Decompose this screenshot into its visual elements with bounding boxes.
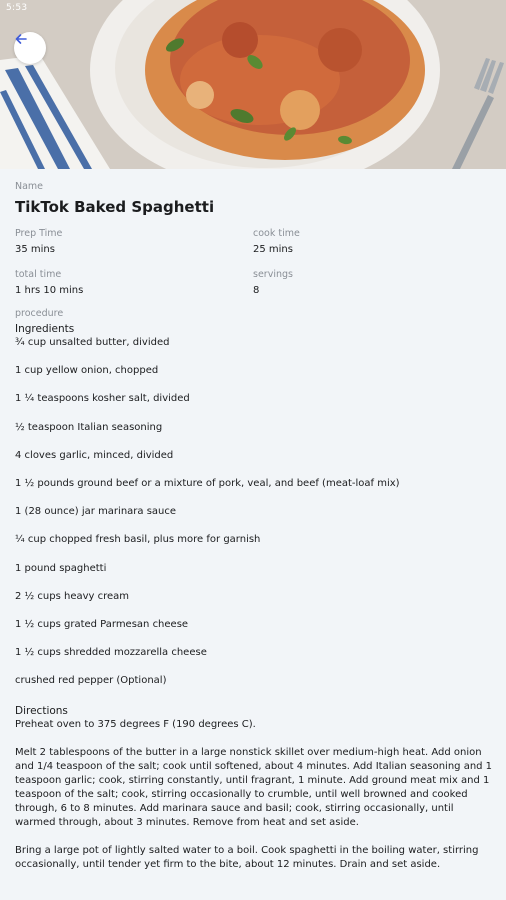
- direction-step: Preheat oven to 375 degrees F (190 degre…: [15, 719, 256, 731]
- prep-time-label: Prep Time: [15, 228, 63, 239]
- list-item: 1 ½ cups grated Parmesan cheese: [15, 618, 189, 630]
- direction-step: Melt 2 tablespoons of the butter in a la…: [15, 747, 493, 829]
- list-item: 1 pound spaghetti: [15, 562, 107, 574]
- servings-field: servings 8: [253, 268, 493, 298]
- list-item: ½ teaspoon Italian seasoning: [15, 421, 163, 433]
- status-bar-time: 5:53: [6, 3, 28, 13]
- recipe-hero-image: 5:53: [0, 0, 506, 169]
- ingredients-heading: Ingredients: [15, 323, 75, 335]
- ingredients-list: ¾ cup unsalted butter, divided 1 cup yel…: [15, 336, 493, 702]
- servings-value: 8: [253, 285, 260, 296]
- list-item: 4 cloves garlic, minced, divided: [15, 449, 174, 461]
- recipe-meta-grid: Prep Time 35 mins cook time 25 mins tota…: [15, 227, 493, 298]
- recipe-details: Name TikTok Baked Spaghetti Prep Time 35…: [15, 180, 493, 886]
- cook-time-value: 25 mins: [253, 244, 293, 255]
- arrow-left-icon: [15, 34, 27, 44]
- list-item: 1 cup yellow onion, chopped: [15, 365, 159, 377]
- directions-heading: Directions: [15, 705, 68, 718]
- list-item: 1 ¼ teaspoons kosher salt, divided: [15, 393, 190, 405]
- cook-time-field: cook time 25 mins: [253, 227, 493, 257]
- name-label: Name: [15, 181, 44, 192]
- cook-time-label: cook time: [253, 228, 300, 239]
- direction-step: Bring a large pot of lightly salted wate…: [15, 845, 479, 871]
- list-item: crushed red pepper (Optional): [15, 675, 167, 687]
- prep-time-value: 35 mins: [15, 244, 55, 255]
- servings-label: servings: [253, 269, 293, 280]
- total-time-label: total time: [15, 269, 62, 280]
- recipe-title: TikTok Baked Spaghetti: [15, 198, 215, 216]
- back-button[interactable]: [14, 32, 46, 64]
- spaghetti-photo: [0, 0, 506, 169]
- list-item: 1 ½ cups shredded mozzarella cheese: [15, 647, 207, 659]
- prep-time-field: Prep Time 35 mins: [15, 227, 253, 257]
- list-item: ¾ cup unsalted butter, divided: [15, 337, 170, 348]
- list-item: ¼ cup chopped fresh basil, plus more for…: [15, 534, 261, 546]
- list-item: 1 (28 ounce) jar marinara sauce: [15, 506, 177, 518]
- total-time-field: total time 1 hrs 10 mins: [15, 268, 253, 298]
- procedure-label: procedure: [15, 308, 64, 319]
- list-item: 1 ½ pounds ground beef or a mixture of p…: [15, 477, 400, 489]
- total-time-value: 1 hrs 10 mins: [15, 285, 84, 296]
- list-item: 2 ½ cups heavy cream: [15, 590, 130, 602]
